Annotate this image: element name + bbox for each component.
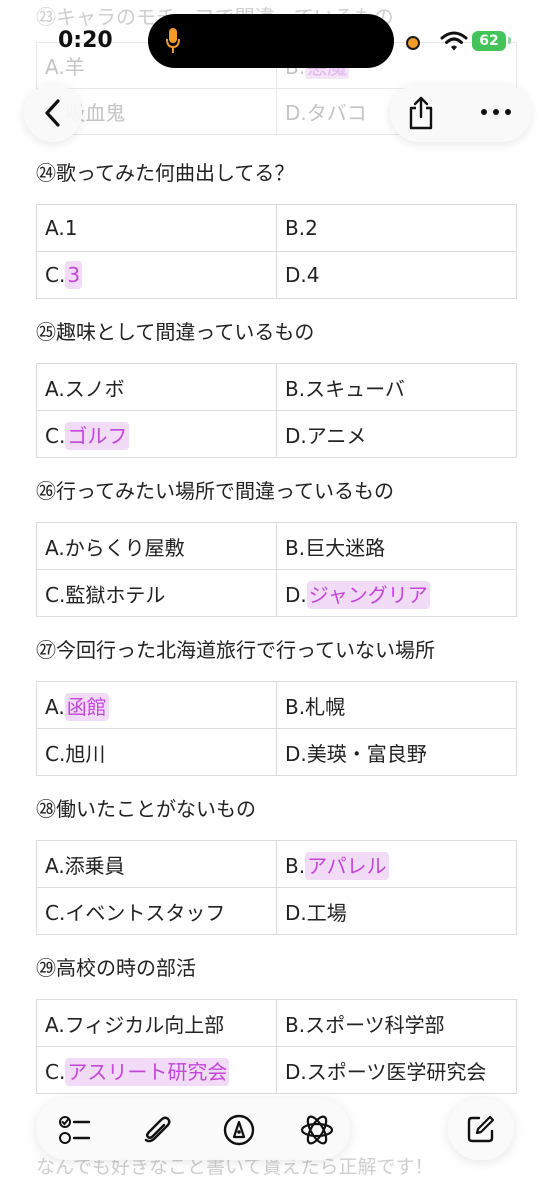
option-d: D.工場 xyxy=(276,887,517,935)
status-indicators: 62 xyxy=(404,30,524,54)
highlighted-answer: ゴルフ xyxy=(65,421,130,450)
wifi-icon xyxy=(440,31,468,51)
option-c: C. 3 xyxy=(36,251,277,299)
back-chevron-icon xyxy=(45,99,60,127)
option-c: C.旭川 xyxy=(36,728,277,776)
battery-tip xyxy=(508,37,511,44)
options-table: A.添乗員 B. アパレル C.イベントスタッフ D.工場 xyxy=(36,840,517,935)
recording-indicator xyxy=(406,36,420,50)
question-title: ㉙高校の時の部活 xyxy=(36,956,196,980)
status-bar: 0:20 62 xyxy=(0,0,553,84)
compose-button[interactable] xyxy=(448,1098,514,1160)
bottom-toolbar xyxy=(36,1098,350,1160)
share-icon[interactable] xyxy=(406,96,436,130)
option-b: B.2 xyxy=(276,204,517,252)
question-25: ㉕趣味として間違っているもの A.スノボ B.スキューバ C. ゴルフ D.アニメ xyxy=(36,317,517,458)
option-b: B.スポーツ科学部 xyxy=(276,999,517,1047)
markup-pen-icon[interactable] xyxy=(222,1113,256,1147)
options-table: A.スノボ B.スキューバ C. ゴルフ D.アニメ xyxy=(36,363,517,458)
paperclip-icon[interactable] xyxy=(140,1113,174,1147)
option-d: D.4 xyxy=(276,251,517,299)
option-d: D. ジャングリア xyxy=(276,569,517,617)
question-26: ㉖行ってみたい場所で間違っているもの A.からくり屋敷 B.巨大迷路 C.監獄ホ… xyxy=(36,476,517,617)
question-title: ㉕趣味として間違っているもの xyxy=(36,320,315,344)
more-icon[interactable] xyxy=(478,102,514,122)
option-a: A.添乗員 xyxy=(36,840,277,888)
options-table: A.フィジカル向上部 B.スポーツ科学部 C. アスリート研究会 D.スポーツ医学… xyxy=(36,999,517,1094)
option-b: B.札幌 xyxy=(276,681,517,729)
option-b: B. アパレル xyxy=(276,840,517,888)
options-table: A.1 B.2 C. 3 D.4 xyxy=(36,204,517,299)
question-title: ㉖行ってみたい場所で間違っているもの xyxy=(36,479,394,503)
option-a: A.1 xyxy=(36,204,277,252)
question-28: ㉘働いたことがないもの A.添乗員 B. アパレル C.イベントスタッフ D.工場 xyxy=(36,794,517,935)
question-24: ㉔歌ってみた何曲出してる？ A.1 B.2 C. 3 D.4 xyxy=(36,158,517,299)
battery-level: 62 xyxy=(472,31,506,51)
highlighted-answer: 函館 xyxy=(64,692,109,721)
option-b: B.巨大迷路 xyxy=(276,522,517,570)
option-d: D.美瑛・富良野 xyxy=(276,728,517,776)
question-title: ㉘働いたことがないもの xyxy=(36,797,256,821)
options-table: A.からくり屋敷 B.巨大迷路 C.監獄ホテル D. ジャングリア xyxy=(36,522,517,617)
checklist-icon[interactable] xyxy=(58,1113,92,1147)
option-a: A.からくり屋敷 xyxy=(36,522,277,570)
option-c: C.イベントスタッフ xyxy=(36,887,277,935)
actions-pill xyxy=(390,84,531,142)
status-time: 0:20 xyxy=(58,28,113,53)
option-c: C. アスリート研究会 xyxy=(36,1046,277,1094)
option-a: A.スノボ xyxy=(36,363,277,411)
question-title: ㉔歌ってみた何曲出してる？ xyxy=(36,161,295,185)
highlighted-answer: 3 xyxy=(65,261,83,289)
ai-atom-icon[interactable] xyxy=(300,1113,334,1147)
quiz-questions: ㉔歌ってみた何曲出してる？ A.1 B.2 C. 3 D.4 ㉕趣味として間違って… xyxy=(36,158,517,1112)
option-a: A. 函館 xyxy=(36,681,277,729)
option-c: C.監獄ホテル xyxy=(36,569,277,617)
dynamic-island xyxy=(148,14,394,68)
highlighted-answer: アパレル xyxy=(305,851,389,880)
back-button[interactable] xyxy=(24,84,82,142)
options-table: A. 函館 B.札幌 C.旭川 D.美瑛・富良野 xyxy=(36,681,517,776)
highlighted-answer: ジャングリア xyxy=(306,580,430,609)
question-title: ㉗今回行った北海道旅行で行っていない場所 xyxy=(36,638,435,662)
highlighted-answer: アスリート研究会 xyxy=(65,1057,230,1086)
question-27: ㉗今回行った北海道旅行で行っていない場所 A. 函館 B.札幌 C.旭川 D.美瑛… xyxy=(36,635,517,776)
option-d: D.アニメ xyxy=(276,410,517,458)
option-c: C. ゴルフ xyxy=(36,410,277,458)
option-a: A.フィジカル向上部 xyxy=(36,999,277,1047)
option-b: B.スキューバ xyxy=(276,363,517,411)
option-d: D.スポーツ医学研究会 xyxy=(276,1046,517,1094)
microphone-icon xyxy=(166,28,180,53)
compose-icon xyxy=(467,1115,495,1143)
question-29: ㉙高校の時の部活 A.フィジカル向上部 B.スポーツ科学部 C. アスリート研究会… xyxy=(36,953,517,1094)
